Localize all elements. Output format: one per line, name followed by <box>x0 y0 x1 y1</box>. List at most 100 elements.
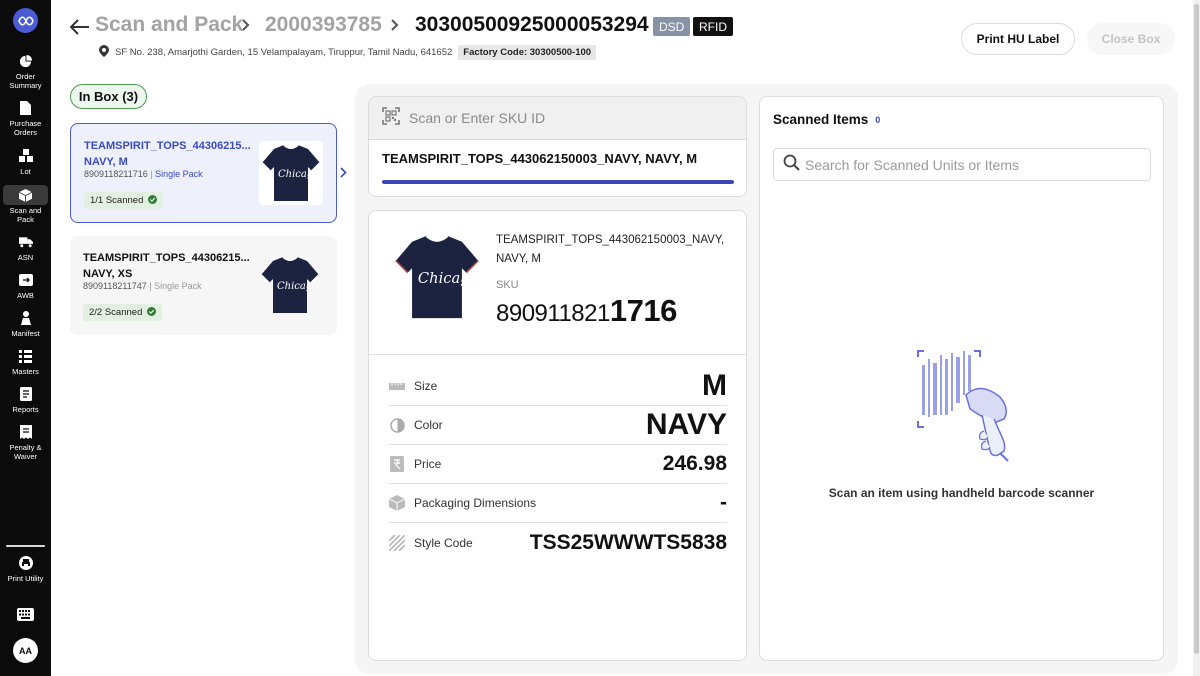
avatar[interactable]: AA <box>13 638 38 663</box>
attr-value: 246.98 <box>662 452 727 475</box>
qr-scan-icon <box>382 106 400 130</box>
nav-label: ASN <box>17 253 34 262</box>
box-item-card[interactable]: TEAMSPIRIT_TOPS_44306215... NAVY, M 8909… <box>70 123 337 223</box>
scanned-search[interactable] <box>773 148 1151 181</box>
box-icon <box>19 188 33 202</box>
nav-print-utility[interactable]: Print Utility <box>3 556 48 583</box>
sku-suffix: 1716 <box>609 293 677 328</box>
scan-box: Scan or Enter SKU ID TEAMSPIRIT_TOPS_443… <box>368 96 747 197</box>
list-icon <box>19 349 33 363</box>
scan-progress-fill <box>382 180 734 184</box>
nav-reports[interactable]: Reports <box>3 387 48 414</box>
sidebar-divider <box>6 545 45 547</box>
app-logo-icon[interactable] <box>13 8 38 33</box>
sku-prefix: 890911821 <box>496 300 610 327</box>
chevron-right-icon <box>389 17 401 33</box>
nav-label: Penalty & Waiver <box>9 443 42 461</box>
rupee-icon <box>389 456 405 472</box>
nav-penalty-waiver[interactable]: Penalty & Waiver <box>3 425 48 461</box>
nav-order-summary[interactable]: Order Summary <box>3 54 48 90</box>
barcode-scanner-illustration-icon <box>908 345 1018 463</box>
svg-text:Chicago: Chicago <box>278 169 319 180</box>
chevron-right-icon[interactable] <box>340 165 347 183</box>
item-title-line1: TEAMSPIRIT_TOPS_44306215... <box>83 252 250 264</box>
nav-label: Reports <box>12 405 39 414</box>
search-input[interactable] <box>805 156 1135 173</box>
receipt-icon <box>19 425 33 439</box>
current-sku: TEAMSPIRIT_TOPS_443062150003_NAVY, NAVY,… <box>382 151 698 166</box>
scanned-count: 2/2 Scanned <box>89 307 143 318</box>
attr-price: Price 246.98 <box>389 445 727 484</box>
dsd-badge: DSD <box>653 17 691 36</box>
nav-label: Manifest <box>11 329 40 338</box>
scanned-status: 2/2 Scanned <box>83 304 163 321</box>
page-title: 30300500925000053294 <box>415 13 649 36</box>
product-name: TEAMSPIRIT_TOPS_443062150003_NAVY, NAVY,… <box>496 234 725 265</box>
scan-progress-bar <box>382 180 734 184</box>
color-drop-icon <box>389 417 405 433</box>
breadcrumb-po-number[interactable]: 2000393785 <box>265 13 382 37</box>
nav-scan-and-pack[interactable]: Scan and Pack <box>3 188 48 224</box>
product-thumbnail: Chicago <box>259 141 323 205</box>
attr-packaging-dimensions: Packaging Dimensions - <box>389 484 727 523</box>
item-title: TEAMSPIRIT_TOPS_44306215... NAVY, XS <box>83 250 253 282</box>
stripes-icon <box>389 534 405 551</box>
nav-asn[interactable]: ASN <box>3 235 48 262</box>
attr-label: Packaging Dimensions <box>414 496 537 510</box>
check-circle-icon <box>147 306 157 319</box>
divider <box>369 354 746 355</box>
nav-manifest[interactable]: Manifest <box>3 311 48 338</box>
nav-label: AWB <box>17 291 34 300</box>
document-icon <box>19 101 33 115</box>
item-title: TEAMSPIRIT_TOPS_44306215... NAVY, M <box>84 138 254 170</box>
item-barcode: 8909118211747 <box>83 281 147 291</box>
attr-label: Style Code <box>414 535 473 550</box>
truck-icon <box>18 235 33 249</box>
attr-label: Size <box>414 379 438 393</box>
close-box-button[interactable]: Close Box <box>1087 23 1175 55</box>
in-box-count[interactable]: In Box (3) <box>70 84 147 109</box>
ruler-icon <box>389 378 405 394</box>
product-thumbnail: Chicago <box>258 253 322 317</box>
boxes-icon <box>18 149 33 163</box>
scanned-count: 1/1 Scanned <box>90 195 144 206</box>
rfid-badge: RFID <box>693 17 733 36</box>
item-meta: 8909118211716 | Single Pack <box>84 169 203 179</box>
scanned-items-panel: Scanned Items 0 Scan an item using handh… <box>759 96 1164 661</box>
svg-text:Chicago: Chicago <box>418 270 479 287</box>
package-icon <box>389 495 405 511</box>
svg-text:Chicago: Chicago <box>277 281 318 292</box>
item-title-line2: NAVY, M <box>84 156 128 168</box>
nav-label: Order Summary <box>9 72 42 90</box>
attr-value: NAVY <box>645 408 727 441</box>
nav-masters[interactable]: Masters <box>3 349 48 376</box>
nav-label: Masters <box>12 367 39 376</box>
attr-color: Color NAVY <box>389 406 727 445</box>
nav-purchase-orders[interactable]: Purchase Orders <box>3 101 48 137</box>
empty-state-message: Scan an item using handheld barcode scan… <box>828 486 1095 500</box>
item-title-line2: NAVY, XS <box>83 268 133 280</box>
scanned-status: 1/1 Scanned <box>84 192 164 209</box>
printer-icon <box>18 556 33 570</box>
item-detail-card: Chicago TEAMSPIRIT_TOPS_443062150003_NAV… <box>368 210 747 661</box>
attr-value: - <box>720 491 727 514</box>
nav-label: Print Utility <box>7 574 44 583</box>
nav-awb[interactable]: AWB <box>3 273 48 300</box>
attr-label: Color <box>414 418 443 432</box>
scan-input[interactable]: Scan or Enter SKU ID <box>369 97 746 140</box>
product-image: Chicago <box>387 231 487 323</box>
factory-code: Factory Code: 30300500-100 <box>458 45 597 60</box>
location-pin-icon <box>99 45 109 60</box>
print-hu-label-button[interactable]: Print HU Label <box>961 23 1075 55</box>
breadcrumb-scan-and-pack[interactable]: Scan and Pack <box>95 13 243 37</box>
scrollbar-thumb[interactable] <box>1194 4 1199 654</box>
shipping-icon <box>18 273 33 287</box>
pie-chart-icon <box>19 54 33 68</box>
attr-label: Price <box>414 457 442 471</box>
nav-lot[interactable]: Lot <box>3 149 48 176</box>
attr-value: TSS25WWWTS5838 <box>529 530 727 554</box>
item-meta: 8909118211747 | Single Pack <box>83 281 202 291</box>
back-arrow-icon[interactable] <box>69 16 91 38</box>
box-item-card[interactable]: TEAMSPIRIT_TOPS_44306215... NAVY, XS 890… <box>70 236 337 335</box>
keyboard-icon[interactable] <box>17 608 34 626</box>
